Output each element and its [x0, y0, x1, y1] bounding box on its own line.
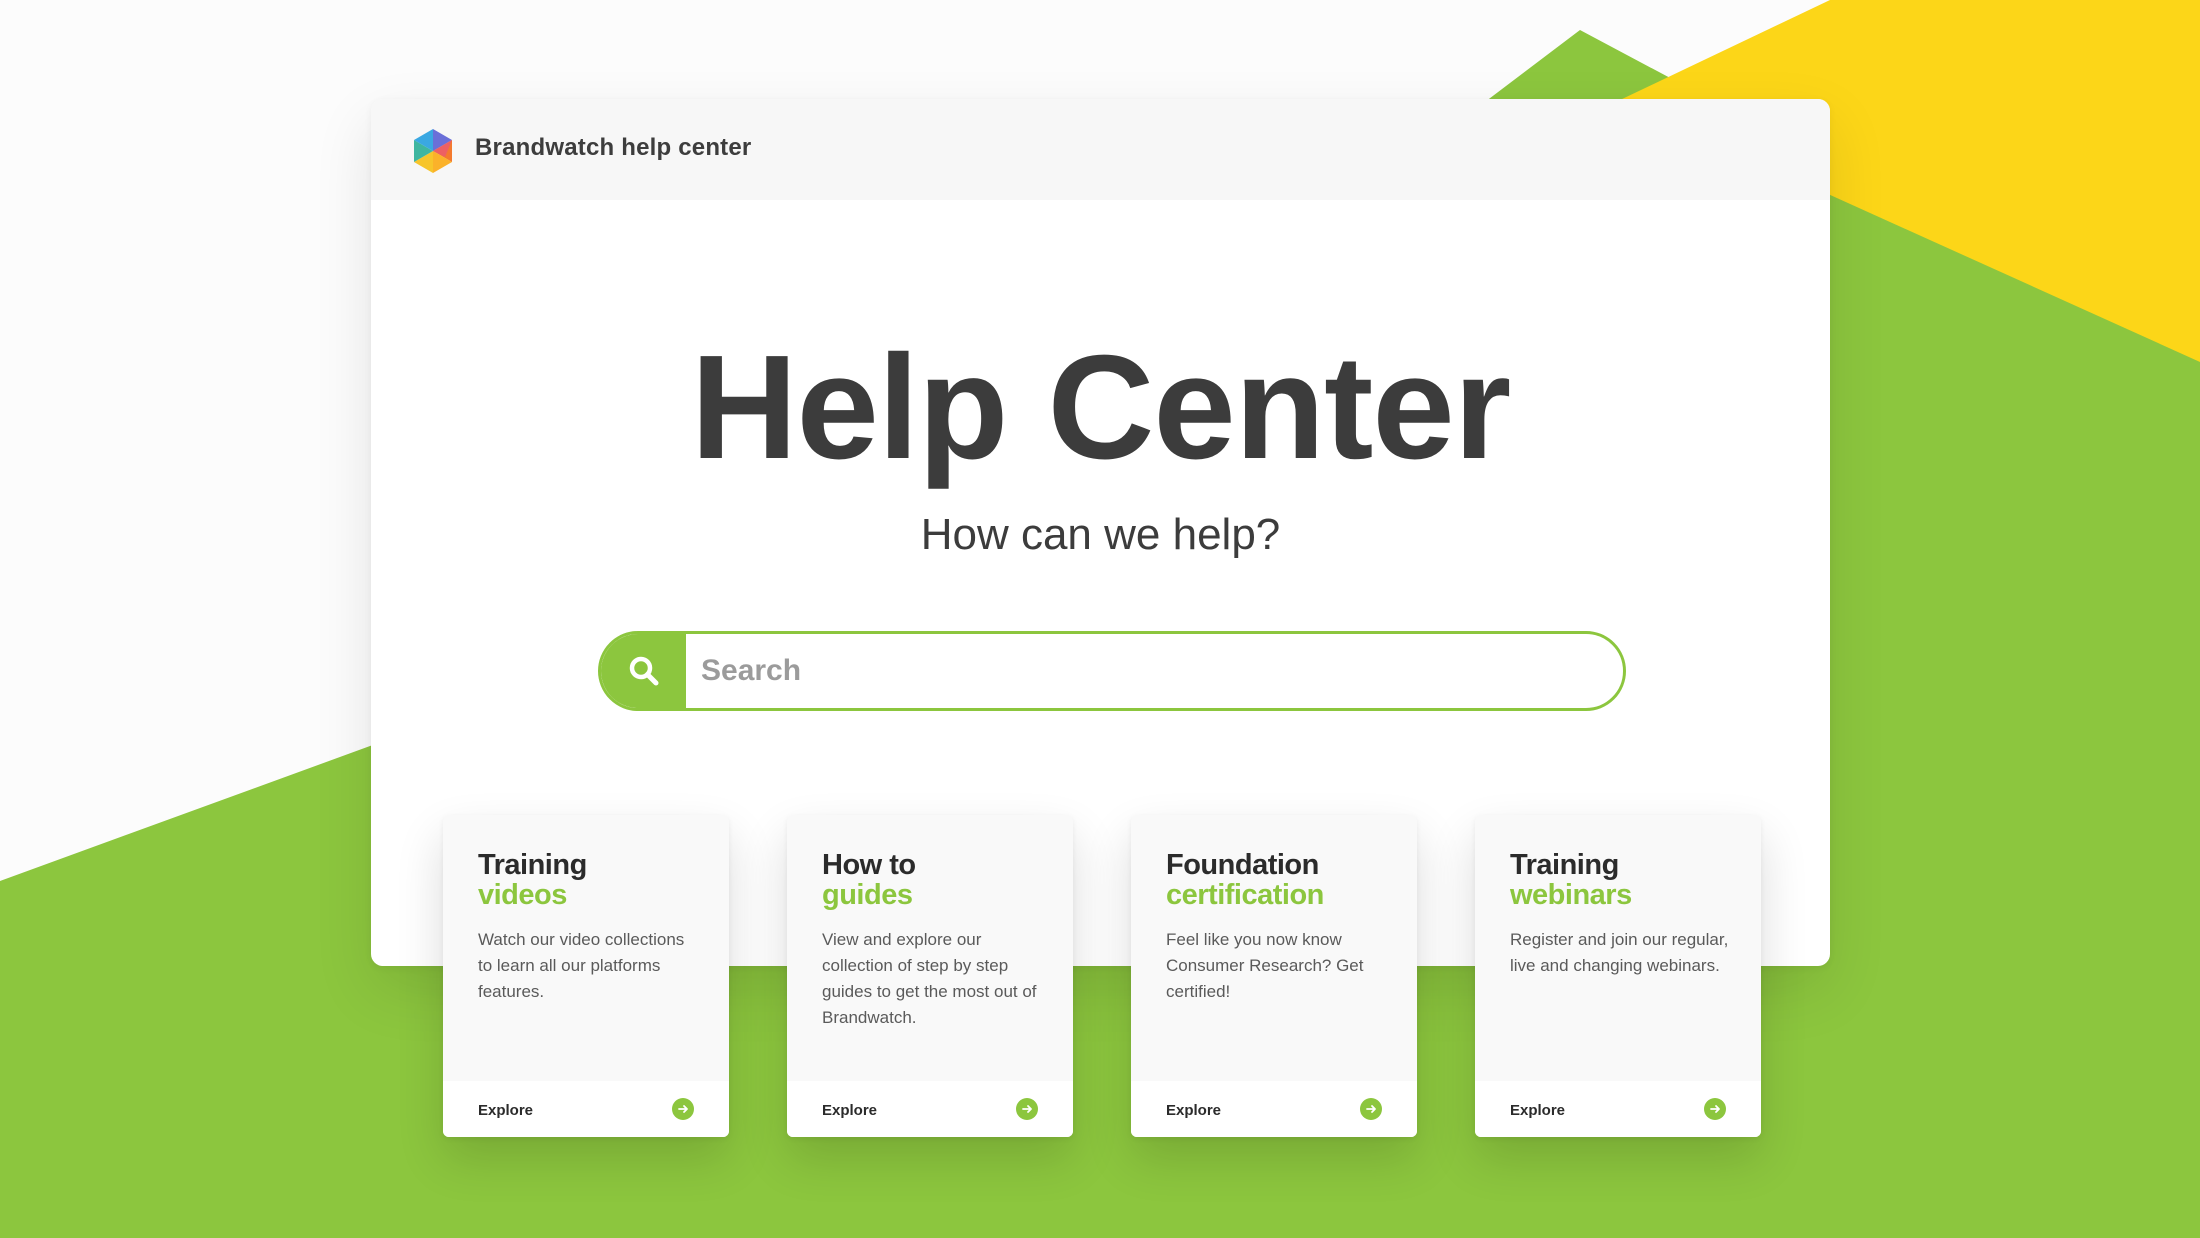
- arrow-right-icon[interactable]: [1360, 1098, 1382, 1120]
- window-header: Brandwatch help center: [371, 99, 1830, 200]
- card-title-line1: How to: [822, 849, 916, 881]
- arrow-right-icon[interactable]: [1704, 1098, 1726, 1120]
- explore-link[interactable]: Explore: [822, 1102, 877, 1119]
- card-title-line2: guides: [822, 879, 913, 911]
- card-training-videos[interactable]: Training videos Watch our video collecti…: [443, 815, 729, 1137]
- page-subtitle: How can we help?: [920, 510, 1281, 559]
- card-footer[interactable]: Explore: [443, 1081, 729, 1137]
- arrow-right-icon[interactable]: [672, 1098, 694, 1120]
- card-description: View and explore our collection of step …: [822, 930, 1037, 1027]
- search-input[interactable]: [701, 634, 1601, 708]
- card-title: How to guides: [822, 850, 916, 910]
- card-training-webinars[interactable]: Training webinars Register and join our …: [1475, 815, 1761, 1137]
- card-title-line1: Training: [478, 849, 587, 881]
- card-how-to-guides[interactable]: How to guides View and explore our colle…: [787, 815, 1073, 1137]
- search-button[interactable]: [601, 634, 686, 708]
- explore-link[interactable]: Explore: [478, 1102, 533, 1119]
- search-bar: [598, 631, 1626, 711]
- card-description: Feel like you now know Consumer Research…: [1166, 930, 1364, 1001]
- hexagon-logo-icon: [414, 129, 452, 173]
- search-icon: [629, 656, 658, 686]
- card-title: Training videos: [478, 850, 587, 910]
- card-foundation-certification[interactable]: Foundation certification Feel like you n…: [1131, 815, 1417, 1137]
- card-description: Register and join our regular, live and …: [1510, 930, 1729, 975]
- explore-link[interactable]: Explore: [1510, 1102, 1565, 1119]
- card-footer[interactable]: Explore: [787, 1081, 1073, 1137]
- page-title: Help Center: [690, 325, 1512, 490]
- brand-title[interactable]: Brandwatch help center: [475, 134, 751, 162]
- card-title: Foundation certification: [1166, 850, 1324, 910]
- arrow-right-icon[interactable]: [1016, 1098, 1038, 1120]
- card-title-line1: Training: [1510, 849, 1619, 881]
- card-title-line1: Foundation: [1166, 849, 1319, 881]
- card-title: Training webinars: [1510, 850, 1632, 910]
- card-footer[interactable]: Explore: [1131, 1081, 1417, 1137]
- explore-link[interactable]: Explore: [1166, 1102, 1221, 1119]
- card-description: Watch our video collections to learn all…: [478, 930, 685, 1001]
- card-title-line2: webinars: [1510, 879, 1632, 911]
- card-title-line2: certification: [1166, 879, 1324, 911]
- card-title-line2: videos: [478, 879, 567, 911]
- card-footer[interactable]: Explore: [1475, 1081, 1761, 1137]
